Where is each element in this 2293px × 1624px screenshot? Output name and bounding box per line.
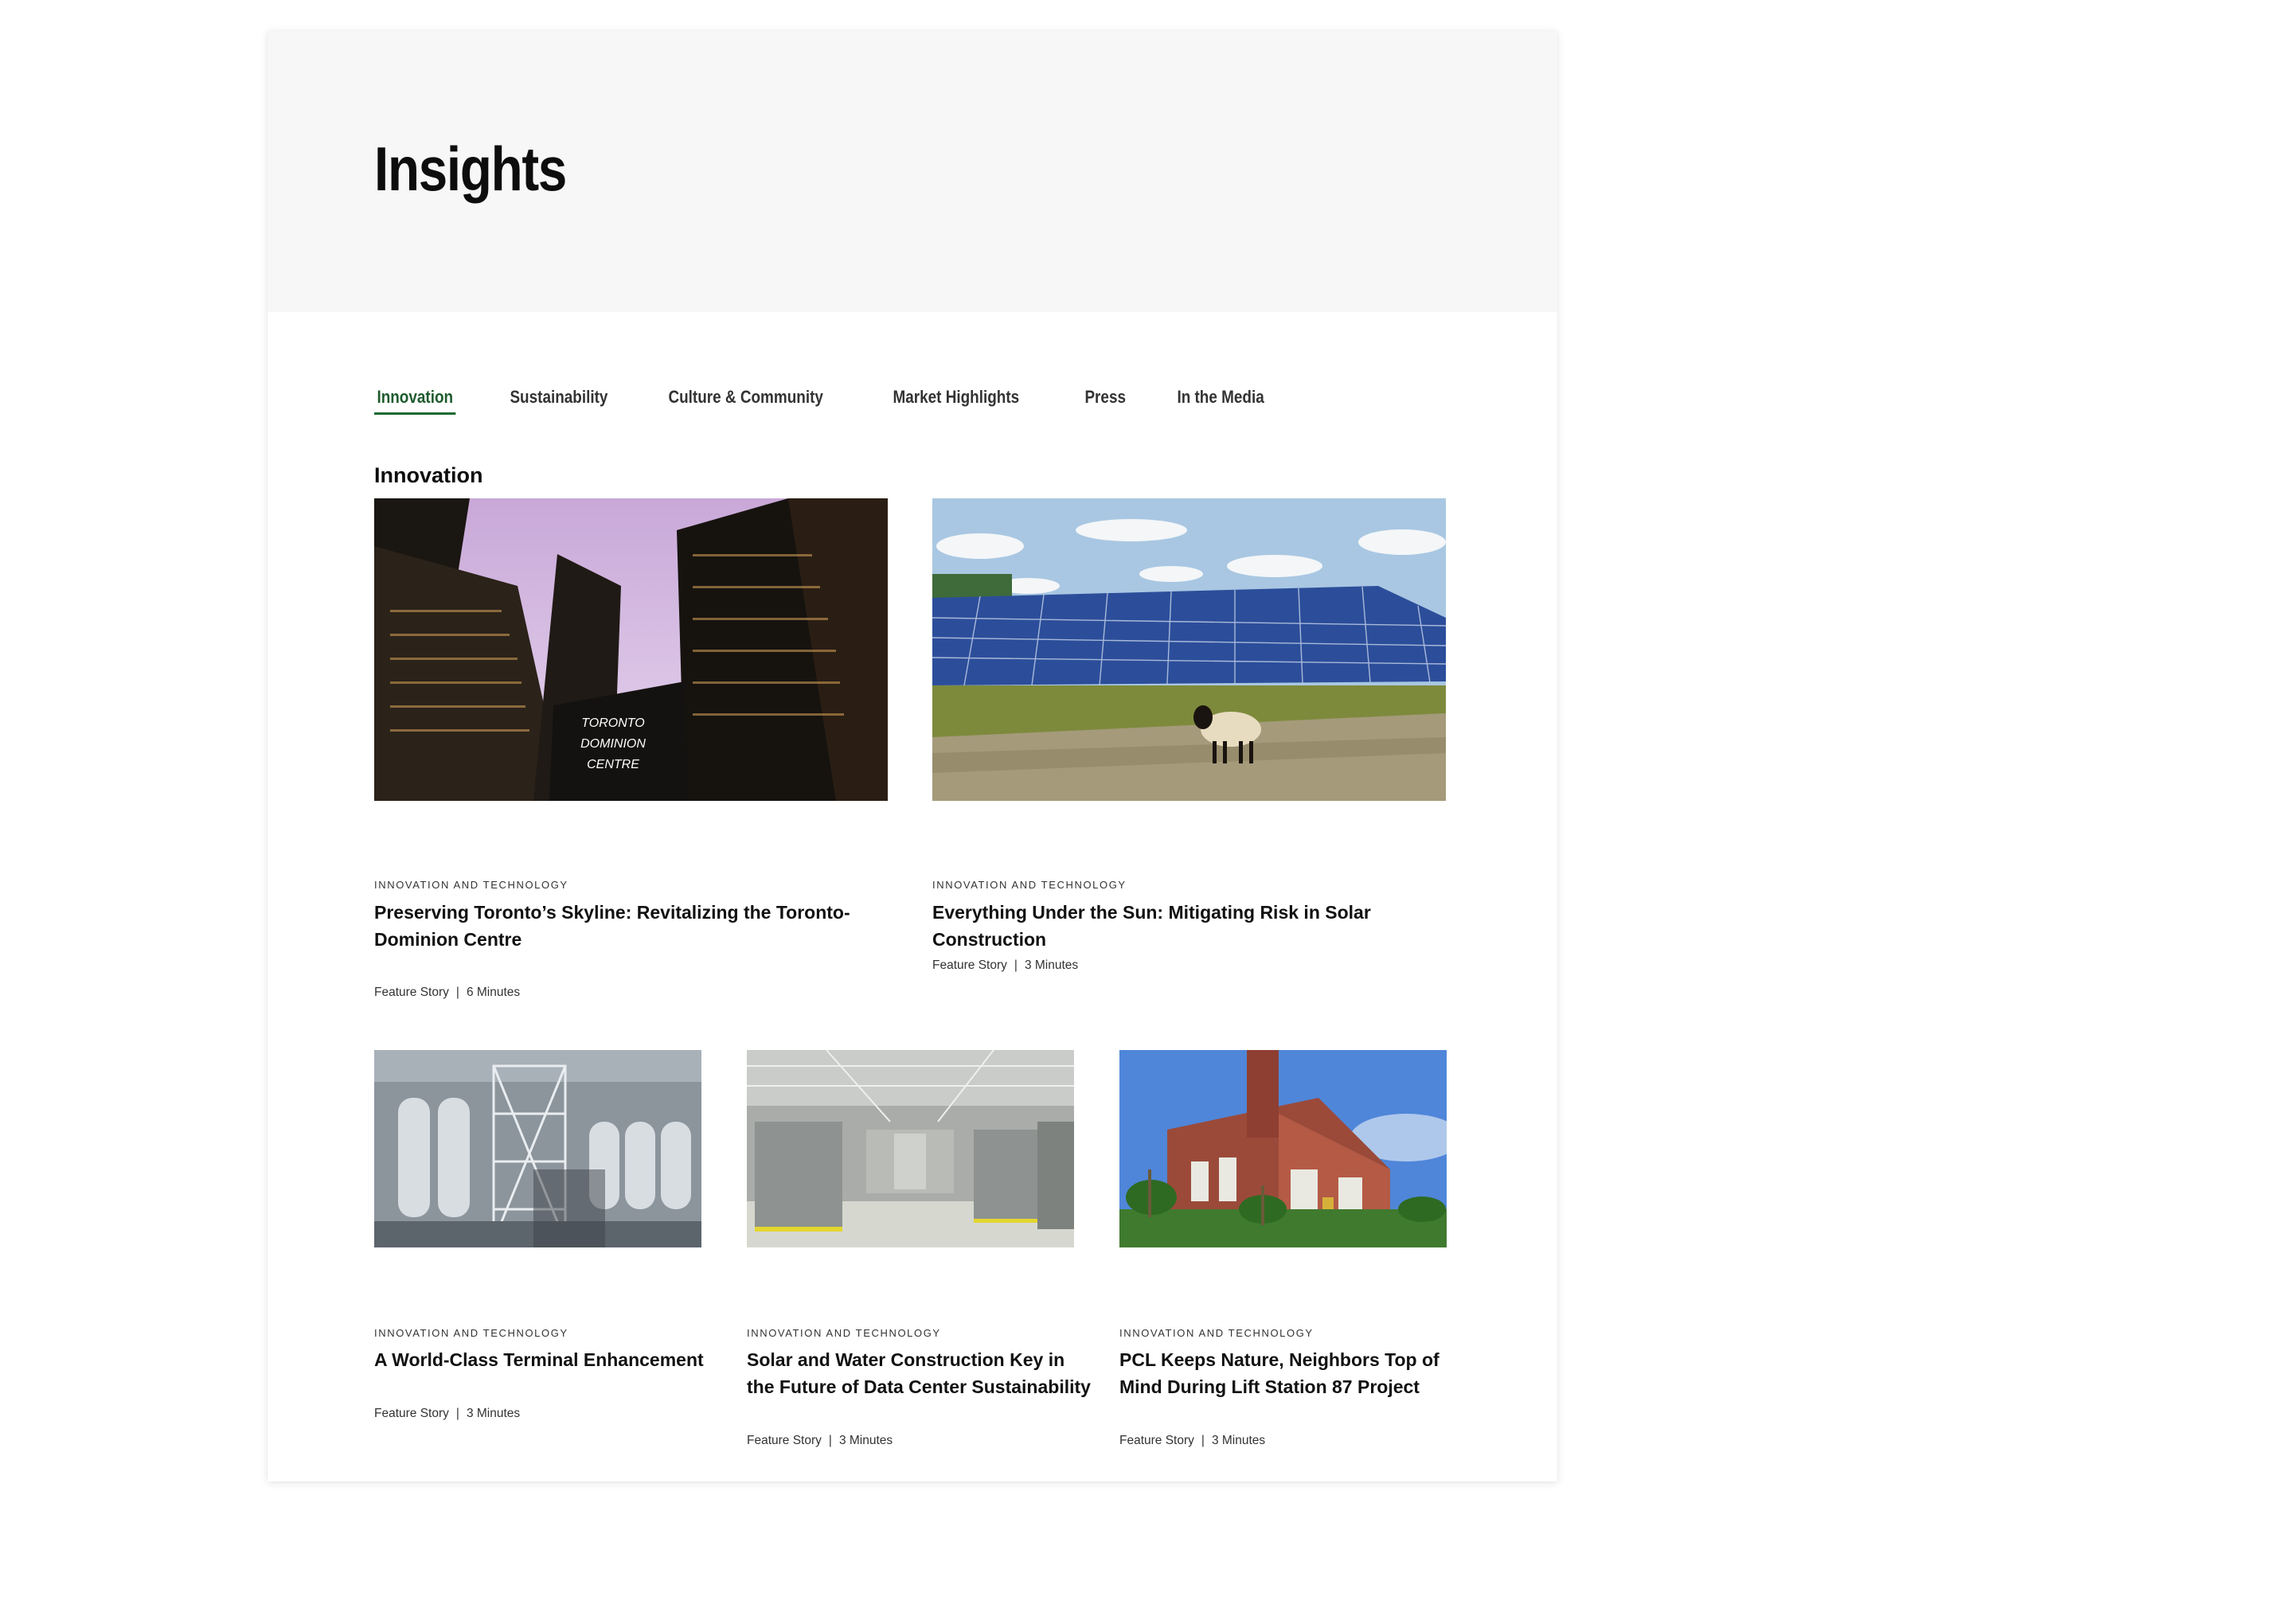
page-title: Insights [374, 134, 567, 204]
article-duration: 3 Minutes [1024, 958, 1079, 972]
article-card[interactable]: INNOVATION AND TECHNOLOGY Everything Und… [932, 498, 1474, 976]
article-type: Feature Story [932, 958, 1007, 972]
article-category: INNOVATION AND TECHNOLOGY [932, 879, 1127, 891]
article-meta: Feature Story | 3 Minutes [932, 958, 1078, 973]
article-title[interactable]: Everything Under the Sun: Mitigating Ris… [932, 899, 1474, 953]
article-meta: Feature Story | 3 Minutes [374, 1407, 520, 1421]
article-meta: Feature Story | 3 Minutes [747, 1434, 893, 1448]
article-image[interactable] [932, 498, 1446, 801]
article-type: Feature Story [374, 1407, 449, 1420]
article-meta: Feature Story | 6 Minutes [374, 986, 520, 1000]
tab-market-highlights[interactable]: Market Highlights [890, 387, 1022, 412]
article-card[interactable]: INNOVATION AND TECHNOLOGY PCL Keeps Natu… [1119, 1050, 1478, 1448]
tab-press[interactable]: Press [1082, 387, 1128, 412]
article-title[interactable]: Preserving Toronto’s Skyline: Revitalizi… [374, 899, 906, 953]
article-title[interactable]: PCL Keeps Nature, Neighbors Top of Mind … [1119, 1346, 1478, 1400]
article-category: INNOVATION AND TECHNOLOGY [374, 879, 568, 891]
article-duration: 6 Minutes [466, 986, 521, 999]
article-card[interactable]: INNOVATION AND TECHNOLOGY A World-Class … [374, 1050, 725, 1432]
article-card[interactable]: TORONTO DOMINION CENTRE INNOVATION AND T… [374, 498, 906, 1008]
meta-separator: | [455, 1407, 459, 1420]
category-tabs: Innovation Sustainability Culture & Comm… [374, 387, 1320, 415]
meta-separator: | [1014, 958, 1018, 972]
page-header: Insights [268, 31, 1557, 312]
article-category: INNOVATION AND TECHNOLOGY [747, 1327, 941, 1339]
article-type: Feature Story [747, 1434, 822, 1447]
insights-card: Insights Innovation Sustainability Cultu… [268, 31, 1557, 1482]
article-category: INNOVATION AND TECHNOLOGY [1119, 1327, 1314, 1339]
article-image[interactable] [747, 1050, 1074, 1247]
tab-culture-community[interactable]: Culture & Community [666, 387, 826, 412]
article-duration: 3 Minutes [838, 1434, 893, 1447]
article-card[interactable]: INNOVATION AND TECHNOLOGY Solar and Wate… [747, 1050, 1097, 1448]
sign-text-3: CENTRE [587, 758, 639, 771]
sign-text-2: DOMINION [580, 737, 646, 751]
tab-innovation[interactable]: Innovation [374, 387, 456, 415]
article-type: Feature Story [1119, 1434, 1194, 1447]
article-title[interactable]: A World-Class Terminal Enhancement [374, 1346, 725, 1373]
article-category: INNOVATION AND TECHNOLOGY [374, 1327, 568, 1339]
tab-sustainability[interactable]: Sustainability [507, 387, 611, 412]
article-duration: 3 Minutes [1211, 1434, 1266, 1447]
sign-text-1: TORONTO [581, 716, 644, 730]
article-image[interactable] [374, 1050, 701, 1247]
tab-in-the-media[interactable]: In the Media [1174, 387, 1267, 412]
article-type: Feature Story [374, 986, 449, 999]
article-image[interactable]: TORONTO DOMINION CENTRE [374, 498, 888, 801]
meta-separator: | [828, 1434, 832, 1447]
article-title[interactable]: Solar and Water Construction Key in the … [747, 1346, 1097, 1400]
article-duration: 3 Minutes [466, 1407, 521, 1420]
meta-separator: | [1201, 1434, 1205, 1447]
article-image[interactable] [1119, 1050, 1447, 1247]
section-title: Innovation [374, 463, 483, 487]
meta-separator: | [455, 986, 459, 999]
article-meta: Feature Story | 3 Minutes [1119, 1434, 1265, 1448]
